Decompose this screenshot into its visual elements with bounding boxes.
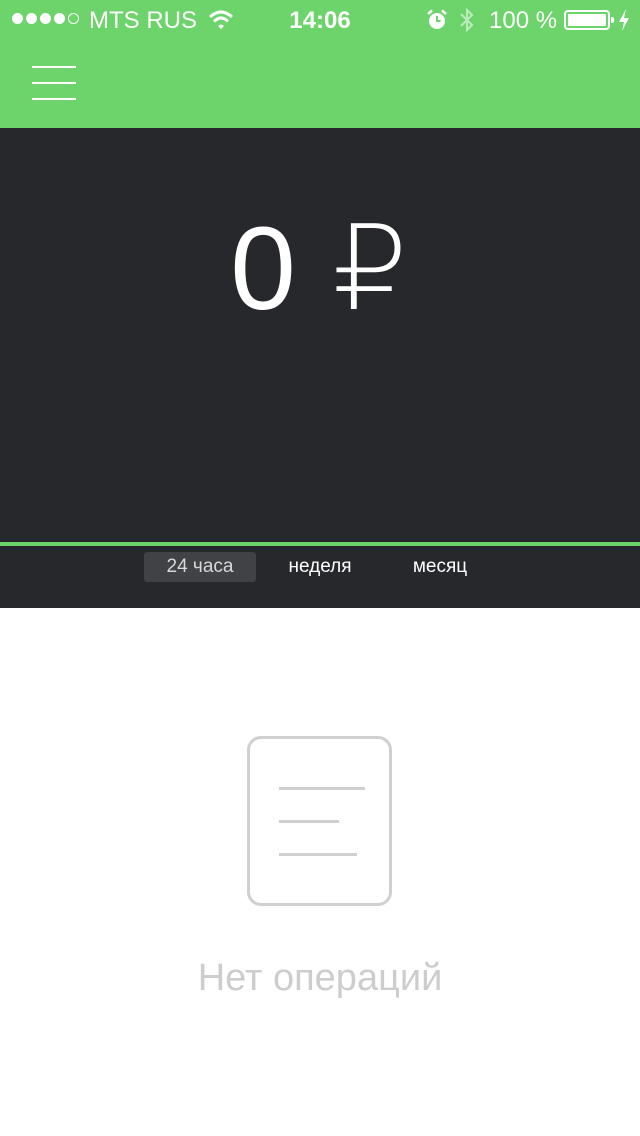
tab-week[interactable]: неделя bbox=[272, 552, 368, 582]
period-tabs: 24 часа неделя месяц bbox=[0, 546, 640, 608]
hamburger-menu-icon[interactable] bbox=[28, 64, 80, 104]
balance-amount: 0 ₽ bbox=[0, 204, 640, 334]
battery-percentage: 100 % bbox=[489, 7, 558, 34]
tab-24-hours[interactable]: 24 часа bbox=[144, 552, 256, 582]
status-bar: MTS RUS 14:06 100 % bbox=[0, 0, 640, 40]
amount-value: 0 bbox=[230, 203, 298, 335]
alarm-icon bbox=[426, 9, 448, 38]
battery-level bbox=[568, 14, 606, 26]
top-bar: MTS RUS 14:06 100 % bbox=[0, 0, 640, 128]
balance-panel: 0 ₽ bbox=[0, 128, 640, 542]
charging-bolt-icon bbox=[617, 8, 631, 39]
document-icon bbox=[247, 736, 392, 906]
currency-symbol: ₽ bbox=[332, 203, 410, 335]
tab-month[interactable]: месяц bbox=[394, 552, 486, 582]
battery-icon bbox=[564, 10, 614, 30]
empty-state-message: Нет операций bbox=[197, 957, 443, 999]
bluetooth-icon bbox=[458, 7, 476, 40]
